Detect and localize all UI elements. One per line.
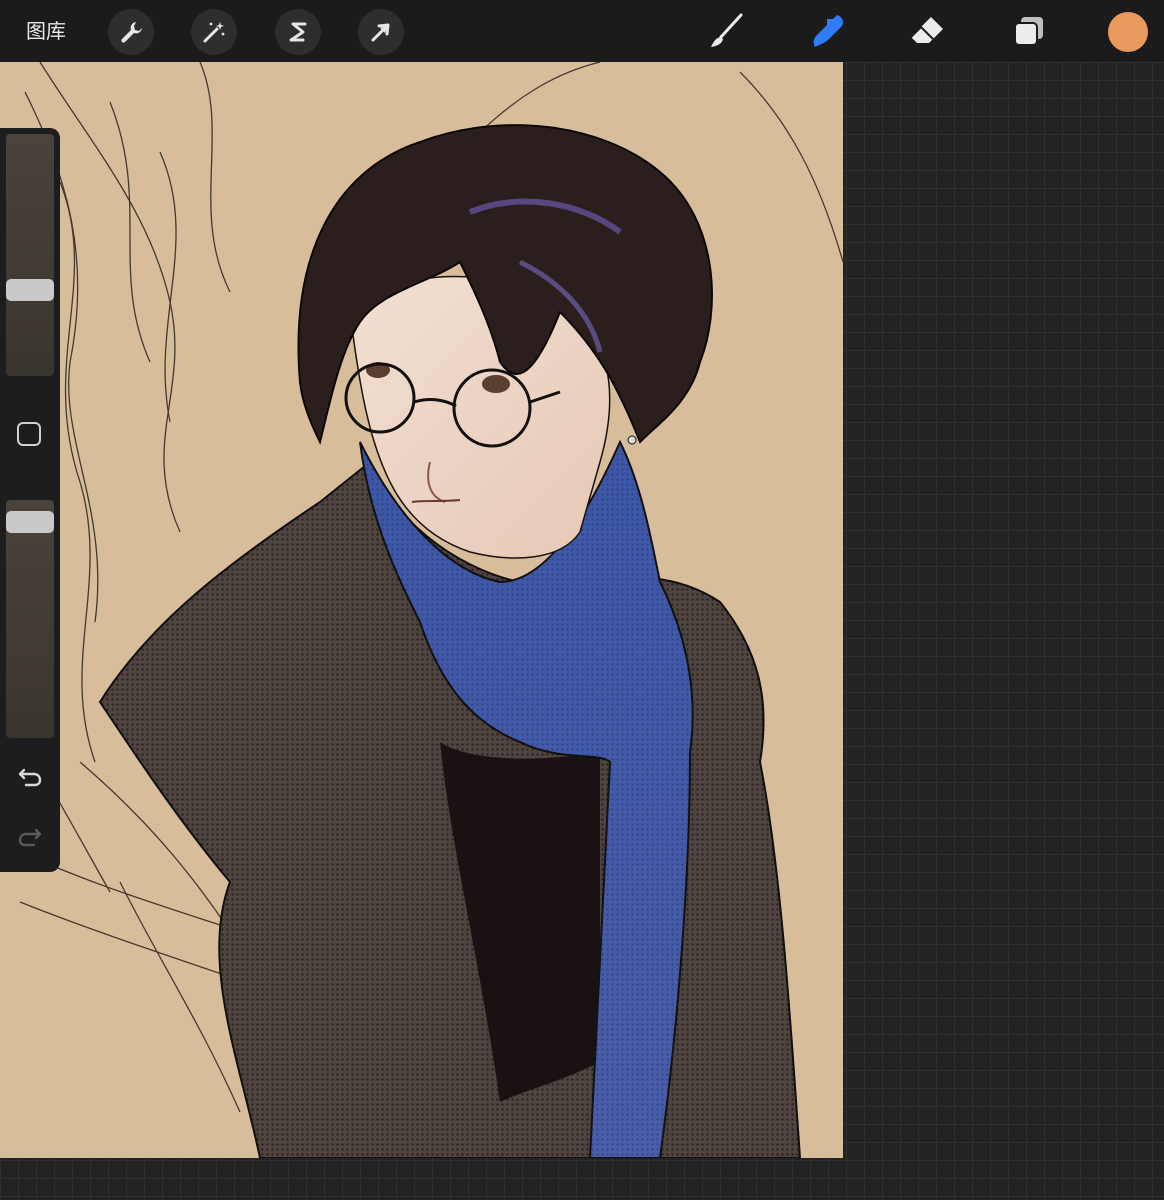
brush-icon <box>711 13 743 47</box>
gallery-button[interactable]: 图库 <box>26 14 66 48</box>
smudge-tool-button[interactable] <box>804 8 850 54</box>
drawing-canvas[interactable] <box>0 62 843 1158</box>
brush-size-slider[interactable] <box>6 134 54 376</box>
smudge-icon <box>813 15 844 47</box>
top-toolbar: 图库 <box>0 0 1164 62</box>
color-picker-button[interactable] <box>1108 12 1148 52</box>
side-bar <box>0 128 60 872</box>
undo-icon[interactable] <box>16 762 44 790</box>
transform-arrow-icon <box>371 23 390 42</box>
transform-button[interactable] <box>358 9 404 55</box>
actions-button[interactable] <box>108 9 154 55</box>
brush-size-thumb[interactable] <box>6 279 54 301</box>
selection-button[interactable] <box>275 9 321 55</box>
redo-icon[interactable] <box>16 822 44 850</box>
opacity-thumb[interactable] <box>6 511 54 533</box>
selection-s-icon <box>289 22 307 42</box>
layers-button[interactable] <box>1006 8 1052 54</box>
layers-icon <box>1014 17 1043 46</box>
adjustments-button[interactable] <box>191 9 237 55</box>
opacity-slider[interactable] <box>6 500 54 738</box>
eraser-tool-button[interactable] <box>904 8 950 54</box>
eraser-icon <box>910 17 943 43</box>
modify-button[interactable] <box>17 422 41 446</box>
brush-tool-button[interactable] <box>704 8 750 54</box>
wrench-icon <box>121 22 142 43</box>
artwork <box>0 62 843 1158</box>
magic-wand-icon <box>203 22 225 43</box>
